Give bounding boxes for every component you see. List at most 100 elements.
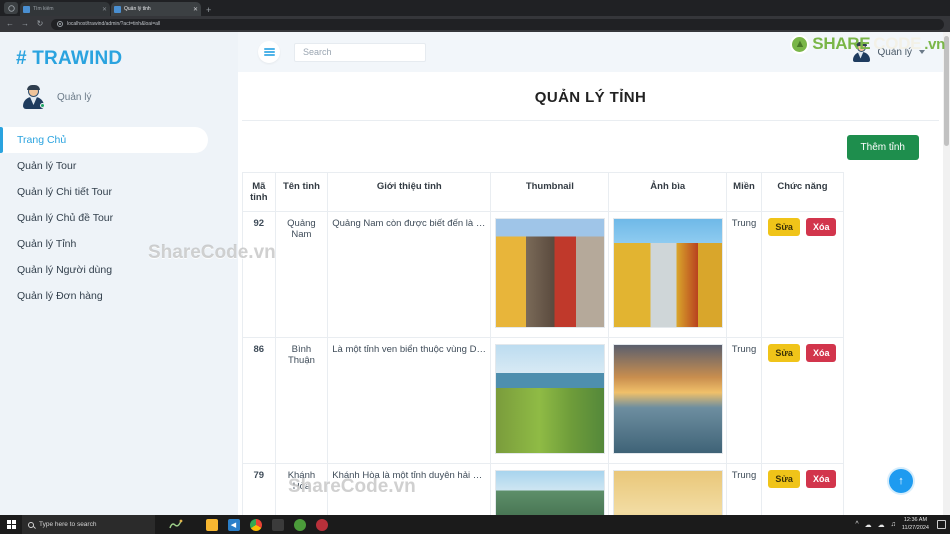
cell-chuc-nang: Sửa Xóa (760, 211, 845, 338)
sidebar-user[interactable]: Quản lý (0, 70, 238, 119)
edit-button[interactable]: Sửa (768, 344, 800, 362)
sidebar-item-quan-ly-tinh[interactable]: Quản lý Tỉnh (0, 231, 238, 257)
province-cover-image (613, 218, 724, 328)
sidebar-item-quan-ly-chu-de-tour[interactable]: Quản lý Chủ đề Tour (0, 205, 238, 231)
cell-gioi-thieu: Quảng Nam còn được biết đến là vù… (327, 211, 492, 338)
tab-close-icon[interactable]: ✕ (102, 6, 107, 13)
sidebar-user-label: Quản lý (57, 92, 92, 103)
back-icon[interactable]: ← (6, 20, 14, 28)
reload-icon[interactable]: ↻ (36, 20, 44, 28)
delete-button[interactable]: Xóa (805, 470, 837, 488)
browser-toolbar: ← → ↻ localhost/trawind/admin/?act=tinh&… (0, 16, 950, 32)
page-title: QUẢN LÝ TỈNH (534, 89, 647, 106)
cell-anh-bia (608, 463, 728, 515)
clock-date: 11/27/2024 (901, 524, 929, 531)
browser-window: Tìm kiếm ✕ Quản lý tỉnh ✕ + ← → ↻ localh… (0, 0, 950, 534)
sidebar-nav: Trang Chủ Quản lý Tour Quản lý Chi tiết … (0, 127, 238, 309)
chrome-menu-icon[interactable] (4, 2, 18, 14)
province-table: Mã tỉnh Tên tỉnh Giới thiệu tỉnh Thumbna… (242, 172, 845, 515)
terminal-icon[interactable] (267, 515, 288, 534)
sidebar-item-quan-ly-nguoi-dung[interactable]: Quản lý Người dùng (0, 257, 238, 283)
table-row: 92 Quảng Nam Quảng Nam còn được biết đến… (242, 211, 845, 338)
sidebar-item-trang-chu[interactable]: Trang Chủ (0, 127, 208, 153)
system-tray: ^ ☁ ☁ ♫ 12:36 AM 11/27/2024 (855, 517, 950, 531)
forward-icon[interactable]: → (21, 20, 29, 28)
tab-title: Tìm kiếm (33, 6, 54, 12)
cell-chuc-nang: Sửa Xóa (760, 463, 845, 515)
province-cover-image (613, 470, 724, 515)
cell-thumbnail (490, 463, 610, 515)
start-button-icon[interactable] (0, 520, 22, 529)
sidebar-item-quan-ly-chi-tiet-tour[interactable]: Quản lý Chi tiết Tour (0, 179, 238, 205)
cell-chuc-nang: Sửa Xóa (760, 337, 845, 464)
cell-ten-tinh: Khánh Hòa (274, 463, 329, 515)
cell-thumbnail (490, 211, 610, 338)
tray-expand-icon[interactable]: ^ (855, 521, 858, 528)
province-cover-image (613, 344, 724, 454)
tab-close-icon[interactable]: ✕ (193, 6, 198, 13)
cell-gioi-thieu: Khánh Hòa là một tỉnh duyên hải Na… (327, 463, 492, 515)
toolbar-row: Thêm tỉnh (238, 121, 943, 172)
column-header-gioi-thieu: Giới thiệu tỉnh (327, 172, 492, 212)
cell-ma-tinh: 79 (242, 463, 276, 515)
new-tab-button[interactable]: + (202, 6, 215, 16)
address-bar-url: localhost/trawind/admin/?act=tinh&loai=a… (67, 21, 161, 27)
column-header-ten-tinh: Tên tỉnh (274, 172, 329, 212)
main-area: Search Quản lý QUẢN LÝ TỈNH Thêm tỉnh Mã… (238, 32, 943, 515)
page-scrollbar[interactable] (943, 32, 950, 515)
cell-ma-tinh: 92 (242, 211, 276, 338)
delete-button[interactable]: Xóa (805, 218, 837, 236)
xampp-icon[interactable] (289, 515, 310, 534)
sidebar-item-quan-ly-tour[interactable]: Quản lý Tour (0, 153, 238, 179)
column-header-chuc-nang: Chức năng (760, 172, 845, 212)
edit-button[interactable]: Sửa (768, 470, 800, 488)
vscode-icon[interactable]: ◀ (223, 515, 244, 534)
clock-time: 12:36 AM (903, 517, 928, 524)
browser-tab-2[interactable]: Quản lý tỉnh ✕ (111, 2, 201, 16)
app-icon[interactable] (311, 515, 332, 534)
province-thumbnail-image (495, 218, 606, 328)
browser-tab-1[interactable]: Tìm kiếm ✕ (20, 2, 110, 16)
page-viewport: ▲ SHARE CODE .vn # TRAWIND Quản lý Trang C… (0, 32, 950, 515)
scroll-to-top-button[interactable]: ↑ (889, 469, 913, 493)
content-area: QUẢN LÝ TỈNH Thêm tỉnh Mã tỉnh Tên tỉnh … (238, 72, 943, 515)
cell-ten-tinh: Quảng Nam (274, 211, 329, 338)
tab-favicon (114, 5, 121, 13)
sharecode-logo-icon: ▲ (790, 34, 810, 54)
search-input[interactable]: Search (294, 42, 426, 62)
cell-gioi-thieu: Là một tỉnh ven biển thuộc vùng Duy… (327, 337, 492, 464)
cell-thumbnail (490, 337, 610, 464)
province-thumbnail-image (495, 344, 606, 454)
taskbar-clock[interactable]: 12:36 AM 11/27/2024 (902, 517, 929, 531)
sharecode-logo: ▲ SHARE CODE .vn (790, 34, 945, 54)
network-icon[interactable]: ☁ (865, 521, 872, 529)
volume-icon[interactable]: ♫ (891, 521, 896, 528)
menu-toggle-icon[interactable] (258, 41, 280, 63)
column-header-anh-bia: Ảnh bìa (608, 172, 728, 212)
taskbar-apps: ◀ (197, 515, 332, 534)
sidebar-item-quan-ly-don-hang[interactable]: Quản lý Đơn hàng (0, 283, 238, 309)
cell-ma-tinh: 86 (242, 337, 276, 464)
avatar (22, 85, 45, 109)
windows-taskbar: Type here to search ◀ ^ ☁ ☁ ♫ 12:36 AM 1… (0, 515, 950, 534)
sidebar: # TRAWIND Quản lý Trang Chủ Quản lý Tour… (0, 32, 238, 515)
onedrive-icon[interactable]: ☁ (878, 521, 885, 529)
tab-favicon (23, 5, 30, 13)
site-info-icon[interactable] (57, 21, 63, 27)
edit-button[interactable]: Sửa (768, 218, 800, 236)
address-bar[interactable]: localhost/trawind/admin/?act=tinh&loai=a… (51, 18, 944, 30)
chrome-icon[interactable] (245, 515, 266, 534)
taskbar-search-placeholder: Type here to search (39, 521, 97, 528)
cell-mien: Trung (726, 211, 762, 338)
cell-mien: Trung (726, 337, 762, 464)
notifications-icon[interactable] (937, 520, 946, 529)
logo-text-share: SHARE (812, 34, 871, 53)
add-province-button[interactable]: Thêm tỉnh (846, 135, 919, 160)
column-header-ma-tinh: Mã tỉnh (242, 172, 276, 212)
taskbar-search-input[interactable]: Type here to search (22, 515, 155, 534)
cell-anh-bia (608, 211, 728, 338)
cortana-icon[interactable] (155, 518, 197, 531)
column-header-thumbnail: Thumbnail (490, 172, 610, 212)
file-explorer-icon[interactable] (201, 515, 222, 534)
delete-button[interactable]: Xóa (805, 344, 837, 362)
